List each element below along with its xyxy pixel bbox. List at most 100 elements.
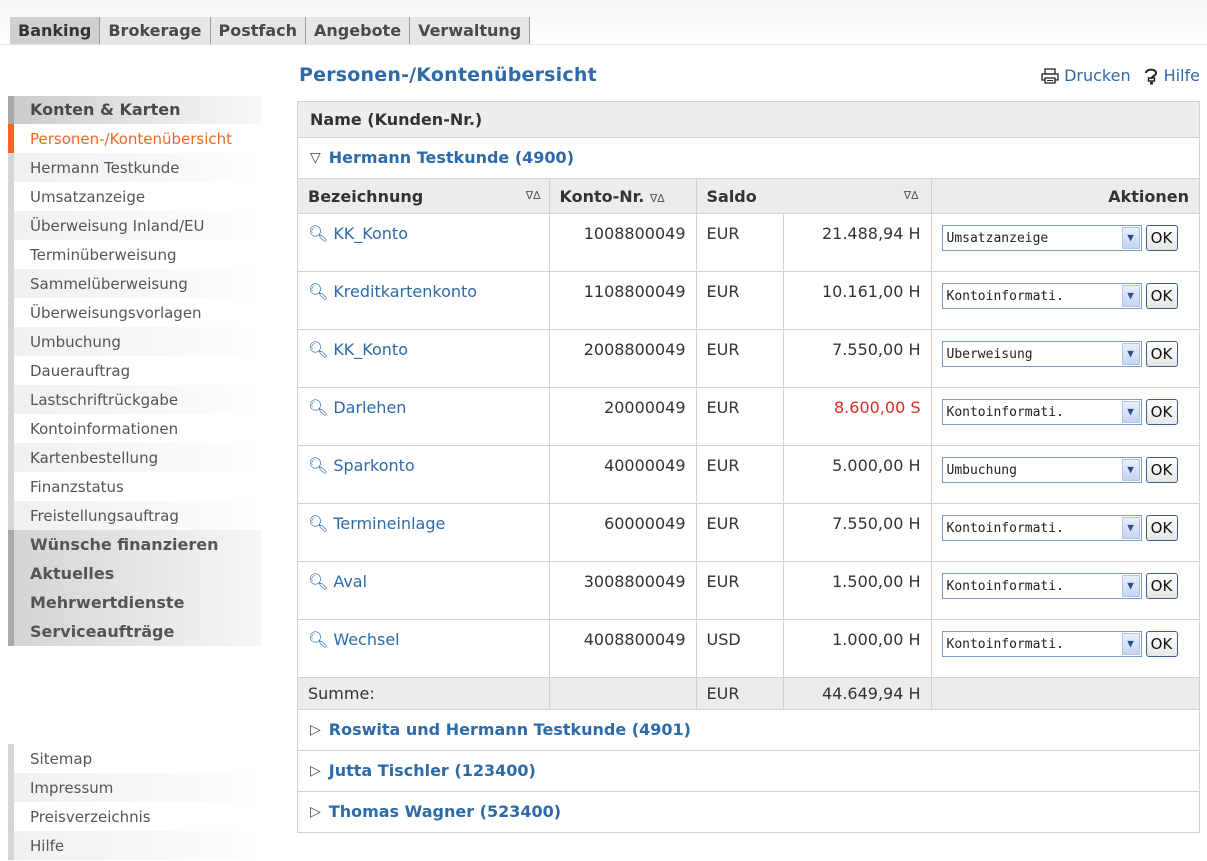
- sort-icon[interactable]: ∇∆: [904, 189, 919, 202]
- ok-button[interactable]: OK: [1145, 283, 1178, 309]
- customer-collapsed-row[interactable]: ▷ Thomas Wagner (523400): [298, 792, 1199, 832]
- sum-actions-empty: [931, 677, 1199, 710]
- action-select[interactable]: Überweisung ▼: [941, 341, 1142, 367]
- chevron-down-icon: ▼: [1121, 517, 1140, 539]
- customer-name: Roswita und Hermann Testkunde (4901): [328, 720, 691, 739]
- sidebar-heading-konten-karten[interactable]: Konten & Karten: [8, 96, 261, 124]
- table-row: 🔍︎ Termineinlage 60000049 EUR 7.550,00 H …: [298, 503, 1199, 562]
- sidebar-section-wuensche[interactable]: Wünsche finanzieren: [8, 530, 261, 559]
- sort-icon[interactable]: ∇∆: [650, 192, 665, 205]
- tab-angebote[interactable]: Angebote: [306, 17, 411, 44]
- currency: EUR: [696, 503, 784, 562]
- help-link[interactable]: Hilfe: [1143, 66, 1200, 85]
- col-konto-nr[interactable]: Konto-Nr. ∇∆: [549, 179, 697, 214]
- account-number: 1008800049: [549, 213, 697, 272]
- sidebar-item-terminueberweisung[interactable]: Terminüberweisung: [8, 240, 261, 269]
- sidebar-item-finanzstatus[interactable]: Finanzstatus: [8, 472, 261, 501]
- main-tabs: Banking Brokerage Postfach Angebote Verw…: [10, 17, 531, 44]
- footer-link-sitemap[interactable]: Sitemap: [8, 744, 261, 773]
- sort-icon[interactable]: ∇∆: [526, 189, 541, 202]
- tab-postfach[interactable]: Postfach: [210, 17, 307, 44]
- expanded-arrow-icon: ▽: [310, 150, 321, 166]
- sidebar-item-kartenbestellung[interactable]: Kartenbestellung: [8, 443, 261, 472]
- action-select[interactable]: Umbuchung ▼: [941, 457, 1142, 483]
- ok-button[interactable]: OK: [1145, 457, 1178, 483]
- currency: EUR: [696, 271, 784, 330]
- chevron-down-icon: ▼: [1121, 401, 1140, 423]
- ok-button[interactable]: OK: [1145, 225, 1178, 251]
- account-number: 40000049: [549, 445, 697, 504]
- table-row: 🔍︎ Kreditkartenkonto 1108800049 EUR 10.16…: [298, 271, 1199, 330]
- tab-brokerage[interactable]: Brokerage: [100, 17, 211, 44]
- customer-collapsed-row[interactable]: ▷ Roswita und Hermann Testkunde (4901): [298, 710, 1199, 751]
- magnifier-icon: 🔍︎: [308, 398, 329, 417]
- sidebar-section-mehrwertdienste[interactable]: Mehrwertdienste: [8, 588, 261, 617]
- sum-amount: 44.649,94 H: [783, 677, 932, 710]
- ok-button[interactable]: OK: [1145, 399, 1178, 425]
- account-link[interactable]: 🔍︎ Termineinlage: [308, 514, 445, 533]
- sidebar-item-freistellungsauftrag[interactable]: Freistellungsauftrag: [8, 501, 261, 530]
- sidebar-item-sammelueberweisung[interactable]: Sammelüberweisung: [8, 269, 261, 298]
- action-select[interactable]: Kontoinformati. ▼: [941, 515, 1142, 541]
- account-link[interactable]: 🔍︎ Aval: [308, 572, 367, 591]
- table-row: 🔍︎ Aval 3008800049 EUR 1.500,00 H Kontoin…: [298, 561, 1199, 620]
- magnifier-icon: 🔍︎: [308, 224, 329, 243]
- balance: 7.550,00 H: [783, 503, 932, 562]
- page-tools: Drucken Hilfe: [1041, 66, 1200, 85]
- account-number: 1108800049: [549, 271, 697, 330]
- currency: EUR: [696, 445, 784, 504]
- currency: EUR: [696, 387, 784, 446]
- sidebar-item-umsatzanzeige[interactable]: Umsatzanzeige: [8, 182, 261, 211]
- footer-link-hilfe[interactable]: Hilfe: [8, 831, 261, 860]
- chevron-down-icon: ▼: [1121, 575, 1140, 597]
- col-aktionen: Aktionen: [931, 179, 1199, 214]
- action-select[interactable]: Umsatzanzeige ▼: [941, 225, 1142, 251]
- action-select[interactable]: Kontoinformati. ▼: [941, 283, 1142, 309]
- footer-link-impressum[interactable]: Impressum: [8, 773, 261, 802]
- sidebar-item-hermann-testkunde[interactable]: Hermann Testkunde: [8, 153, 261, 182]
- currency: EUR: [696, 329, 784, 388]
- footer-link-preisverzeichnis[interactable]: Preisverzeichnis: [8, 802, 261, 831]
- sum-label: Summe:: [298, 677, 550, 710]
- sidebar-item-umbuchung[interactable]: Umbuchung: [8, 327, 261, 356]
- account-link[interactable]: 🔍︎ Sparkonto: [308, 456, 415, 475]
- ok-button[interactable]: OK: [1145, 573, 1178, 599]
- account-link[interactable]: 🔍︎ Kreditkartenkonto: [308, 282, 477, 301]
- ok-button[interactable]: OK: [1145, 631, 1178, 657]
- action-select[interactable]: Kontoinformati. ▼: [941, 399, 1142, 425]
- sidebar-item-kontoinformationen[interactable]: Kontoinformationen: [8, 414, 261, 443]
- sidebar-item-ueberweisungsvorlagen[interactable]: Überweisungsvorlagen: [8, 298, 261, 327]
- action-select[interactable]: Kontoinformati. ▼: [941, 631, 1142, 657]
- chevron-down-icon: ▼: [1121, 633, 1140, 655]
- ok-button[interactable]: OK: [1145, 515, 1178, 541]
- account-link[interactable]: 🔍︎ Darlehen: [308, 398, 406, 417]
- account-link[interactable]: 🔍︎ Wechsel: [308, 630, 400, 649]
- sidebar-item-dauerauftrag[interactable]: Dauerauftrag: [8, 356, 261, 385]
- customer-expanded-row[interactable]: ▽ Hermann Testkunde (4900): [298, 138, 1199, 179]
- balance: 10.161,00 H: [783, 271, 932, 330]
- ok-button[interactable]: OK: [1145, 341, 1178, 367]
- collapsed-arrow-icon: ▷: [310, 804, 321, 820]
- col-bezeichnung[interactable]: Bezeichnung ∇∆: [298, 179, 550, 214]
- panel-header: Name (Kunden-Nr.): [298, 102, 1199, 138]
- tab-verwaltung[interactable]: Verwaltung: [410, 17, 531, 44]
- sidebar-item-kontenuebersicht[interactable]: Personen-/Kontenübersicht: [8, 124, 261, 153]
- accounts-header-row: Bezeichnung ∇∆ Konto-Nr. ∇∆ Saldo ∇∆ Aktio…: [298, 179, 1199, 214]
- accounts-panel: Name (Kunden-Nr.) ▽ Hermann Testkunde (4…: [297, 101, 1200, 833]
- customer-collapsed-row[interactable]: ▷ Jutta Tischler (123400): [298, 751, 1199, 792]
- action-select[interactable]: Kontoinformati. ▼: [941, 573, 1142, 599]
- balance: 5.000,00 H: [783, 445, 932, 504]
- collapsed-arrow-icon: ▷: [310, 763, 321, 779]
- sidebar-section-aktuelles[interactable]: Aktuelles: [8, 559, 261, 588]
- magnifier-icon: 🔍︎: [308, 630, 329, 649]
- sidebar-section-serviceauftraege[interactable]: Serviceaufträge: [8, 617, 261, 646]
- account-link[interactable]: 🔍︎ KK_Konto: [308, 224, 408, 243]
- account-link[interactable]: 🔍︎ KK_Konto: [308, 340, 408, 359]
- tab-banking[interactable]: Banking: [10, 17, 101, 44]
- sidebar-item-ueberweisung[interactable]: Überweisung Inland/EU: [8, 211, 261, 240]
- balance-negative: 8.600,00 S: [783, 387, 932, 446]
- customer-name: Jutta Tischler (123400): [328, 761, 536, 780]
- sidebar-item-lastschriftrueckgabe[interactable]: Lastschriftrückgabe: [8, 385, 261, 414]
- magnifier-icon: 🔍︎: [308, 572, 329, 591]
- print-link[interactable]: Drucken: [1041, 66, 1131, 85]
